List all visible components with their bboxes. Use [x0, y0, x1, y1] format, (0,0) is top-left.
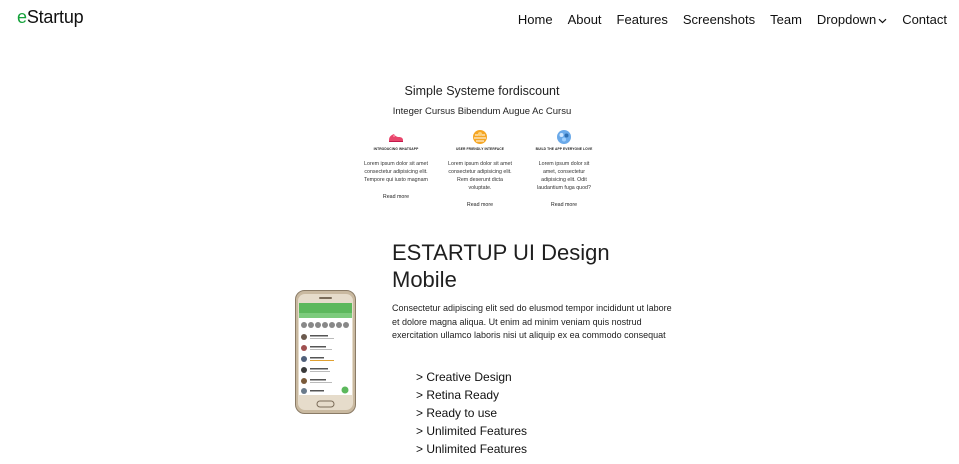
- nav-dropdown-label: Dropdown: [816, 12, 877, 27]
- nav-screenshots-link[interactable]: Screenshots: [683, 12, 755, 27]
- interface-icon: [438, 128, 522, 146]
- features-section-subtitle: Integer Cursus Bibendum Augue Ac Cursu: [392, 106, 572, 117]
- read-more-link[interactable]: Read more: [438, 202, 522, 208]
- feature-title: USER FRIENDLY INTERFACE: [455, 147, 505, 151]
- main-nav: Home About Features Screenshots Team Dro…: [518, 12, 947, 27]
- brand-logo-text: Startup: [26, 7, 84, 27]
- list-item: > Retina Ready: [416, 388, 500, 402]
- nav-team-link[interactable]: Team: [770, 12, 802, 27]
- phone-mockup-image: [295, 290, 357, 419]
- chevron-down-icon: [878, 12, 887, 27]
- feature-card: USER FRIENDLY INTERFACE Lorem ipsum dolo…: [438, 128, 522, 208]
- sneaker-icon: [354, 128, 438, 146]
- brand-logo-prefix: e: [17, 7, 27, 27]
- nav-contact-link[interactable]: Contact: [902, 12, 947, 27]
- nav-about-link[interactable]: About: [568, 12, 602, 27]
- features-row: INTRODUCING WHATSAPP Lorem ipsum dolor s…: [354, 128, 606, 208]
- feature-card: INTRODUCING WHATSAPP Lorem ipsum dolor s…: [354, 128, 438, 208]
- feature-card: BUILD THE APP EVERYONE LOVE Lorem ipsum …: [522, 128, 606, 208]
- feature-text: Lorem ipsum dolor sit amet, consectetur …: [537, 161, 591, 191]
- list-item: > Ready to use: [416, 406, 498, 420]
- nav-features-link[interactable]: Features: [617, 12, 668, 27]
- feature-text: Lorem ipsum dolor sit amet consectetur a…: [364, 161, 428, 183]
- feature-text: Lorem ipsum dolor sit amet consectetur a…: [448, 161, 512, 191]
- nav-home-link[interactable]: Home: [518, 12, 553, 27]
- mobile-section-description: Consectetur adipiscing elit sed do elusm…: [392, 303, 672, 340]
- list-item: > Creative Design: [416, 370, 512, 384]
- list-item: > Unlimited Features: [416, 442, 528, 456]
- mobile-section-title: ESTARTUP UI Design Mobile: [392, 240, 610, 292]
- read-more-link[interactable]: Read more: [522, 202, 606, 208]
- feature-list: > Creative Design > Retina Ready > Ready…: [416, 368, 527, 458]
- features-section-title: Simple Systeme fordiscount: [404, 84, 560, 98]
- app-icon: [522, 128, 606, 146]
- read-more-link[interactable]: Read more: [354, 194, 438, 200]
- brand-logo[interactable]: eStartup: [17, 7, 84, 28]
- list-item: > Unlimited Features: [416, 424, 528, 438]
- nav-dropdown-toggle[interactable]: Dropdown: [817, 12, 887, 27]
- feature-title: INTRODUCING WHATSAPP: [373, 147, 419, 151]
- feature-title: BUILD THE APP EVERYONE LOVE: [535, 147, 593, 151]
